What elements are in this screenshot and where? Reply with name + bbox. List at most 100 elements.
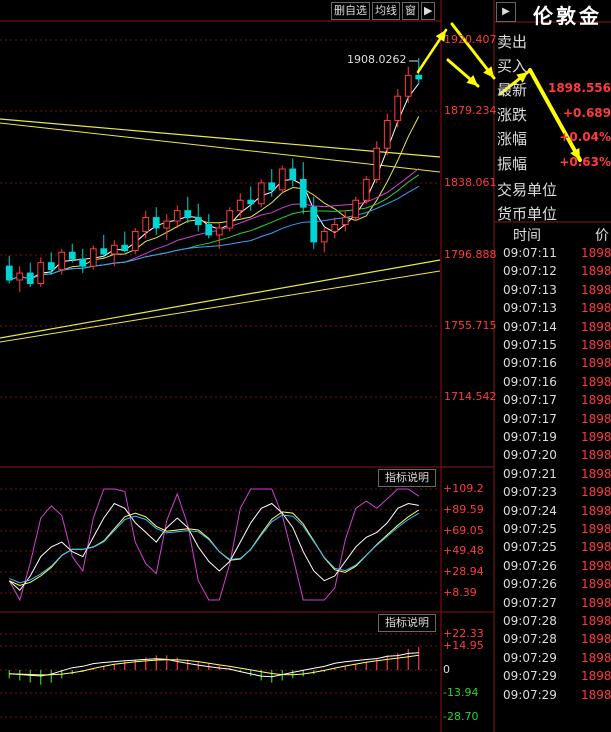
trade-time: 09:07:29 — [503, 669, 557, 684]
quote-label: 最新 — [497, 81, 528, 99]
price-axis-label: 1879.234 — [444, 104, 497, 117]
trade-price: 1898 — [581, 650, 611, 665]
candle-body — [89, 248, 97, 267]
candle-body — [100, 248, 108, 255]
quote-row: 振幅 +0.63% — [497, 150, 611, 175]
kdj-line — [9, 509, 420, 587]
trade-time: 09:07:13 — [503, 282, 557, 297]
price-axis-label: 1796.888 — [444, 248, 497, 261]
trade-price: 1898 — [581, 687, 611, 702]
trade-row: 09:07:14 1898 — [497, 318, 611, 336]
trade-time: 09:07:11 — [503, 246, 557, 260]
trade-price: 1898 — [581, 669, 611, 684]
trade-price: 1898 — [581, 614, 611, 628]
macd-indicator-info-button[interactable]: 指标说明 — [378, 614, 436, 632]
candle-body — [247, 199, 255, 205]
trade-time: 09:07:26 — [503, 558, 557, 573]
trade-price: 1898 — [581, 485, 611, 500]
candle-body — [5, 265, 13, 281]
trade-row: 09:07:16 1898 — [497, 373, 611, 391]
window-button[interactable]: 窗 — [402, 2, 419, 20]
peak-price-label: 1908.0262 — [347, 53, 407, 66]
candle-body — [226, 210, 234, 229]
trade-price: 1898 — [581, 319, 611, 334]
expand-arrow-icon[interactable]: ▶ — [421, 2, 436, 20]
candle-body — [215, 227, 223, 236]
trade-row: 09:07:20 1898 — [497, 446, 611, 464]
quote-value: +0.63% — [559, 155, 611, 169]
trade-time: 09:07:27 — [503, 595, 557, 610]
trade-price: 1898 — [581, 577, 611, 592]
candle-body — [299, 178, 307, 208]
candle-body — [173, 210, 181, 222]
trade-row: 09:07:29 1898 — [497, 667, 611, 685]
trades-header: 时间 价 — [497, 222, 611, 244]
trade-time: 09:07:17 — [503, 393, 557, 408]
trade-row: 09:07:29 1898 — [497, 686, 611, 704]
trade-row: 09:07:17 1898 — [497, 391, 611, 409]
trade-price: 1898 — [581, 374, 611, 389]
collapse-arrow-icon[interactable]: ▶ — [496, 2, 516, 22]
trade-time: 09:07:23 — [503, 485, 557, 500]
macd-axis-label: -28.70 — [443, 710, 479, 723]
trade-row: 09:07:28 1898 — [497, 612, 611, 630]
candle-body — [331, 224, 339, 232]
quote-label: 涨跌 — [497, 106, 528, 124]
candle-body — [257, 182, 265, 205]
candle-body — [373, 147, 381, 180]
candle-body — [362, 178, 370, 201]
trade-time: 09:07:16 — [503, 374, 557, 389]
quote-row: 交易单位 — [497, 176, 611, 201]
trade-price: 1898 — [581, 356, 611, 371]
price-axis-label: 1714.542 — [444, 390, 497, 403]
trade-row: 09:07:27 1898 — [497, 594, 611, 612]
trade-time: 09:07:12 — [503, 264, 557, 279]
trade-row: 09:07:12 1898 — [497, 262, 611, 280]
trade-time: 09:07:19 — [503, 430, 557, 444]
trade-time: 09:07:21 — [503, 466, 557, 481]
quote-row: 买入 — [497, 52, 611, 77]
price-axis-label: 1838.061 — [444, 176, 497, 189]
trade-price: 1898 — [581, 503, 611, 518]
moving-average-line — [9, 83, 420, 281]
trade-time: 09:07:28 — [503, 614, 557, 628]
candle-body — [79, 258, 87, 267]
moving-average-button[interactable]: 均线 — [372, 2, 400, 20]
candle-body — [383, 119, 391, 149]
candle-body — [110, 244, 118, 255]
price-axis-label: 1920.407 — [444, 33, 497, 46]
candle-body — [163, 220, 171, 229]
candle-body — [341, 217, 349, 226]
trade-price: 1898 — [581, 558, 611, 573]
kdj-axis-label: +8.39 — [443, 586, 477, 599]
trade-price: 1898 — [581, 430, 611, 444]
trades-time-header: 时间 — [513, 228, 541, 244]
trade-time: 09:07:28 — [503, 632, 557, 647]
macd-axis-label: -13.94 — [443, 686, 479, 699]
macd-line — [9, 654, 419, 676]
trade-time: 09:07:16 — [503, 356, 557, 371]
candle-body — [131, 230, 139, 252]
quote-row: 涨跌 +0.689 — [497, 101, 611, 126]
kdj-indicator-info-button[interactable]: 指标说明 — [378, 469, 436, 487]
candle-body — [142, 217, 150, 232]
candle-body — [68, 251, 76, 260]
trade-time: 09:07:24 — [503, 503, 557, 518]
trade-row: 09:07:19 1898 — [497, 428, 611, 446]
kdj-axis-label: +28.94 — [443, 565, 484, 578]
candle-body — [194, 217, 202, 226]
candle-body — [37, 262, 45, 284]
trade-price: 1898 — [581, 282, 611, 297]
trade-time: 09:07:17 — [503, 411, 557, 426]
quote-label: 振幅 — [497, 155, 528, 173]
trades-price-header: 价 — [595, 228, 609, 244]
symbol-title: 伦敦金 — [533, 4, 602, 28]
quote-row: 涨幅 +0.04% — [497, 125, 611, 150]
candle-body — [121, 244, 129, 252]
trade-time: 09:07:29 — [503, 650, 557, 665]
candle-body — [310, 206, 318, 243]
trade-row: 09:07:25 1898 — [497, 538, 611, 556]
remove-watchlist-button[interactable]: 删自选 — [331, 2, 370, 20]
quote-label: 卖出 — [497, 33, 528, 51]
trade-row: 09:07:28 1898 — [497, 630, 611, 648]
